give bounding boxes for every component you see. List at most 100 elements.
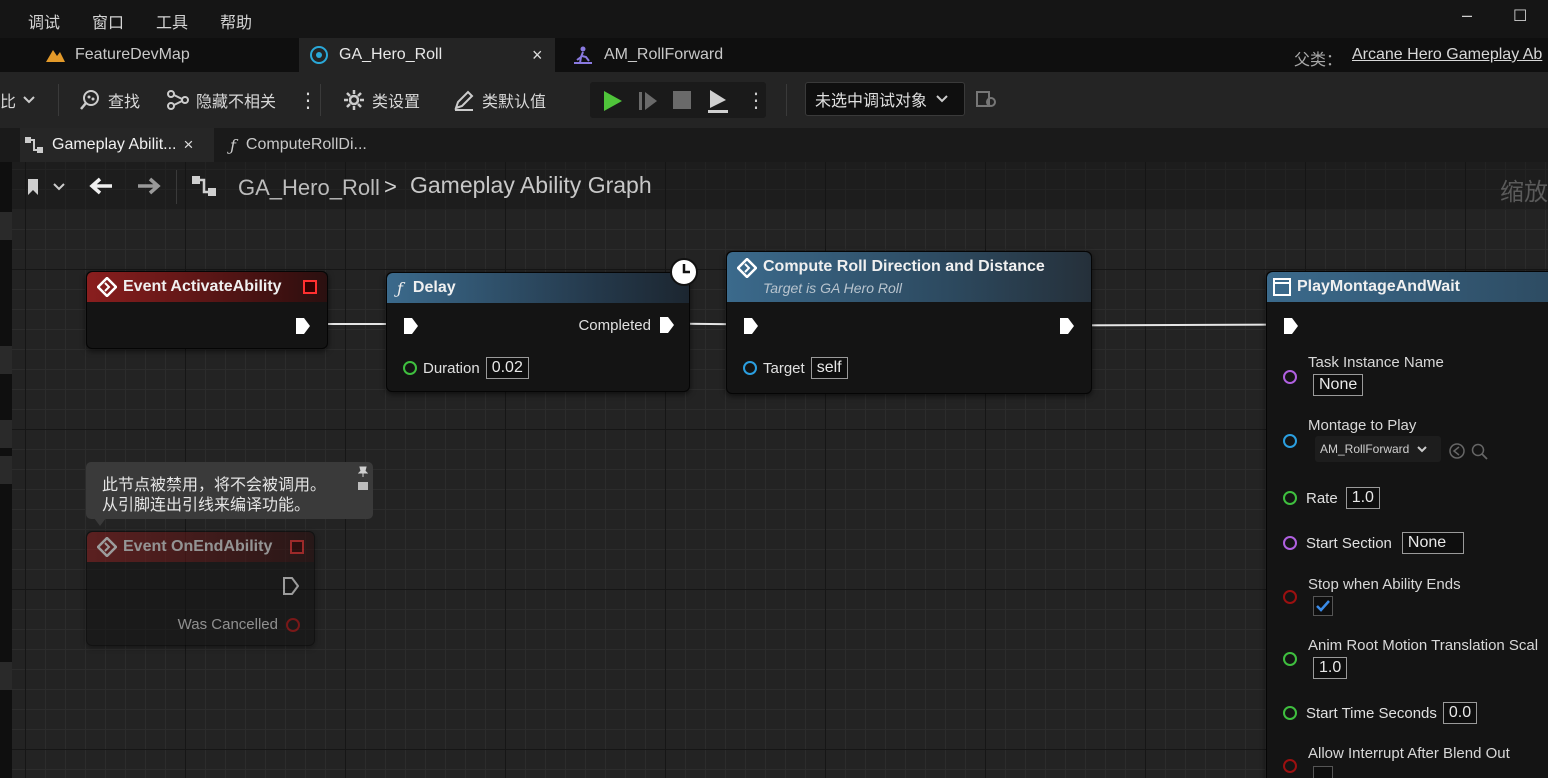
debug-find-icon[interactable] (976, 90, 998, 110)
class-defaults-label: 类默认值 (482, 94, 547, 111)
completed-pin[interactable]: Completed (578, 316, 675, 334)
name-pin-icon[interactable] (1283, 536, 1297, 550)
start-section-pin[interactable]: Start Section None (1283, 532, 1464, 554)
menu-window[interactable]: 窗口 (92, 9, 124, 33)
pin-label: Start Time Seconds (1306, 704, 1437, 722)
delay-node[interactable]: ƒ Delay Completed Duration 0.02 (386, 258, 698, 392)
node-header: PlayMontageAndWait (1267, 272, 1548, 302)
close-icon[interactable]: × (184, 135, 194, 155)
pin-label: Duration (423, 359, 480, 377)
delegate-pin-icon[interactable] (290, 540, 304, 554)
rate-input[interactable]: 1.0 (1345, 487, 1380, 509)
close-icon[interactable]: × (532, 45, 543, 66)
use-selected-icon[interactable] (1449, 443, 1465, 459)
separator (176, 170, 177, 204)
search-icon[interactable] (1471, 443, 1489, 461)
maximize-button[interactable]: ☐ (1513, 6, 1527, 26)
start-section-input[interactable]: None (1401, 532, 1464, 554)
left-panel-strip (0, 162, 12, 778)
exec-out-pin-icon[interactable] (295, 317, 311, 335)
node-title: Compute Roll Direction and Distance (763, 258, 1045, 275)
zoom-label: 缩放 (1500, 179, 1548, 206)
more-options-icon[interactable]: ⋮ (298, 86, 318, 114)
graph-tab-label: Gameplay Abilit... (52, 136, 177, 153)
hide-unrelated-button[interactable]: 隐藏不相关 (166, 86, 276, 114)
start-time-pin[interactable]: Start Time Seconds 0.0 (1283, 702, 1478, 724)
chevron-down-icon (936, 95, 948, 103)
float-pin-icon[interactable] (1283, 652, 1297, 666)
allow-interrupt-checkbox[interactable] (1313, 766, 1333, 778)
tab-featuredevmap[interactable]: FeatureDevMap (30, 38, 298, 72)
task-name-input[interactable]: None (1313, 374, 1364, 396)
duration-input[interactable]: 0.02 (485, 357, 529, 379)
breadcrumb-root[interactable]: GA_Hero_Roll (238, 175, 380, 201)
debug-object-select[interactable]: 未选中调试对象 (805, 82, 965, 116)
hide-comment-icon[interactable] (357, 481, 369, 491)
bool-pin-icon[interactable] (286, 617, 300, 632)
more-options-icon[interactable]: ⋮ (746, 88, 766, 113)
async-task-icon (1273, 278, 1291, 296)
compute-roll-node[interactable]: Compute Roll Direction and Distance Targ… (726, 251, 1092, 394)
stop-icon[interactable] (672, 90, 692, 110)
parent-class-link[interactable]: Arcane Hero Gameplay Ab (1352, 46, 1542, 64)
strip-marker (0, 212, 12, 240)
exec-out-pin-icon[interactable] (659, 316, 675, 334)
event-activate-ability-node[interactable]: Event ActivateAbility (86, 271, 328, 349)
class-defaults-button[interactable]: 类默认值 (452, 86, 546, 114)
back-arrow-icon[interactable] (88, 176, 114, 196)
rate-pin[interactable]: Rate 1.0 (1283, 487, 1380, 509)
menu-help[interactable]: 帮助 (220, 9, 252, 33)
play-icon[interactable] (600, 89, 624, 113)
duration-pin[interactable]: Duration 0.02 (403, 357, 529, 379)
was-cancelled-pin[interactable]: Was Cancelled (178, 616, 300, 633)
node-header: Event OnEndAbility (87, 532, 314, 562)
tab-compute-roll[interactable]: ƒ ComputeRollDi... (226, 128, 396, 162)
tab-label: GA_Hero_Roll (339, 46, 443, 63)
minimize-button[interactable]: – (1462, 5, 1472, 26)
parent-class-label: 父类： (1294, 52, 1343, 69)
function-icon: ƒ (230, 135, 236, 155)
float-pin-icon[interactable] (1283, 706, 1297, 720)
exec-out-pin-icon[interactable] (1059, 317, 1075, 335)
menu-debug[interactable]: 调试 (28, 9, 60, 33)
comment-pointer (94, 518, 106, 526)
tab-gameplay-ability-graph[interactable]: Gameplay Abilit... × (20, 128, 214, 162)
float-pin-icon[interactable] (1283, 491, 1297, 505)
bool-pin-icon[interactable] (1283, 759, 1297, 773)
root-motion-scale-input[interactable]: 1.0 (1313, 657, 1348, 679)
play-montage-node[interactable]: PlayMontageAndWait Task Instance Name No… (1266, 271, 1548, 778)
class-settings-button[interactable]: 类设置 (342, 86, 420, 114)
graph-canvas[interactable]: GA_Hero_Roll > Gameplay Ability Graph 缩放… (12, 162, 1548, 778)
pin-label: Was Cancelled (177, 616, 278, 633)
exec-out-pin-icon[interactable] (283, 577, 299, 595)
forward-arrow-icon[interactable] (136, 176, 162, 196)
strip-marker (0, 456, 12, 484)
step-icon[interactable] (637, 89, 659, 113)
exec-in-pin-icon[interactable] (403, 317, 419, 335)
tab-ga-hero-roll[interactable]: GA_Hero_Roll × (299, 38, 555, 72)
exec-in-pin-icon[interactable] (743, 317, 759, 335)
find-button[interactable]: 查找 (78, 86, 140, 114)
debug-select-value: 未选中调试对象 (815, 93, 928, 110)
target-pin[interactable]: Target self (743, 357, 848, 379)
eject-icon[interactable] (706, 88, 730, 114)
bookmark-icon[interactable] (26, 178, 40, 196)
delegate-pin-icon[interactable] (303, 280, 317, 294)
object-pin-icon[interactable] (1283, 434, 1297, 448)
float-pin-icon[interactable] (403, 361, 417, 375)
stop-when-ability-ends-checkbox[interactable] (1313, 596, 1333, 616)
object-pin-icon[interactable] (743, 361, 757, 375)
bool-pin-icon[interactable] (1283, 590, 1297, 604)
name-pin-icon[interactable] (1283, 370, 1297, 384)
node-title: Event ActivateAbility (123, 278, 282, 295)
tab-am-rollforward[interactable]: AM_RollForward (562, 38, 812, 72)
exec-in-pin-icon[interactable] (1283, 317, 1299, 335)
target-input[interactable]: self (810, 357, 848, 379)
menu-tools[interactable]: 工具 (156, 9, 188, 33)
event-on-end-ability-node[interactable]: Event OnEndAbility Was Cancelled (86, 531, 315, 646)
diff-button[interactable]: 比 (0, 86, 42, 114)
montage-asset-picker[interactable]: AM_RollForward (1315, 436, 1441, 462)
chevron-down-icon[interactable] (52, 182, 66, 192)
start-time-input[interactable]: 0.0 (1442, 702, 1478, 724)
pin-comment-icon[interactable] (358, 466, 368, 478)
